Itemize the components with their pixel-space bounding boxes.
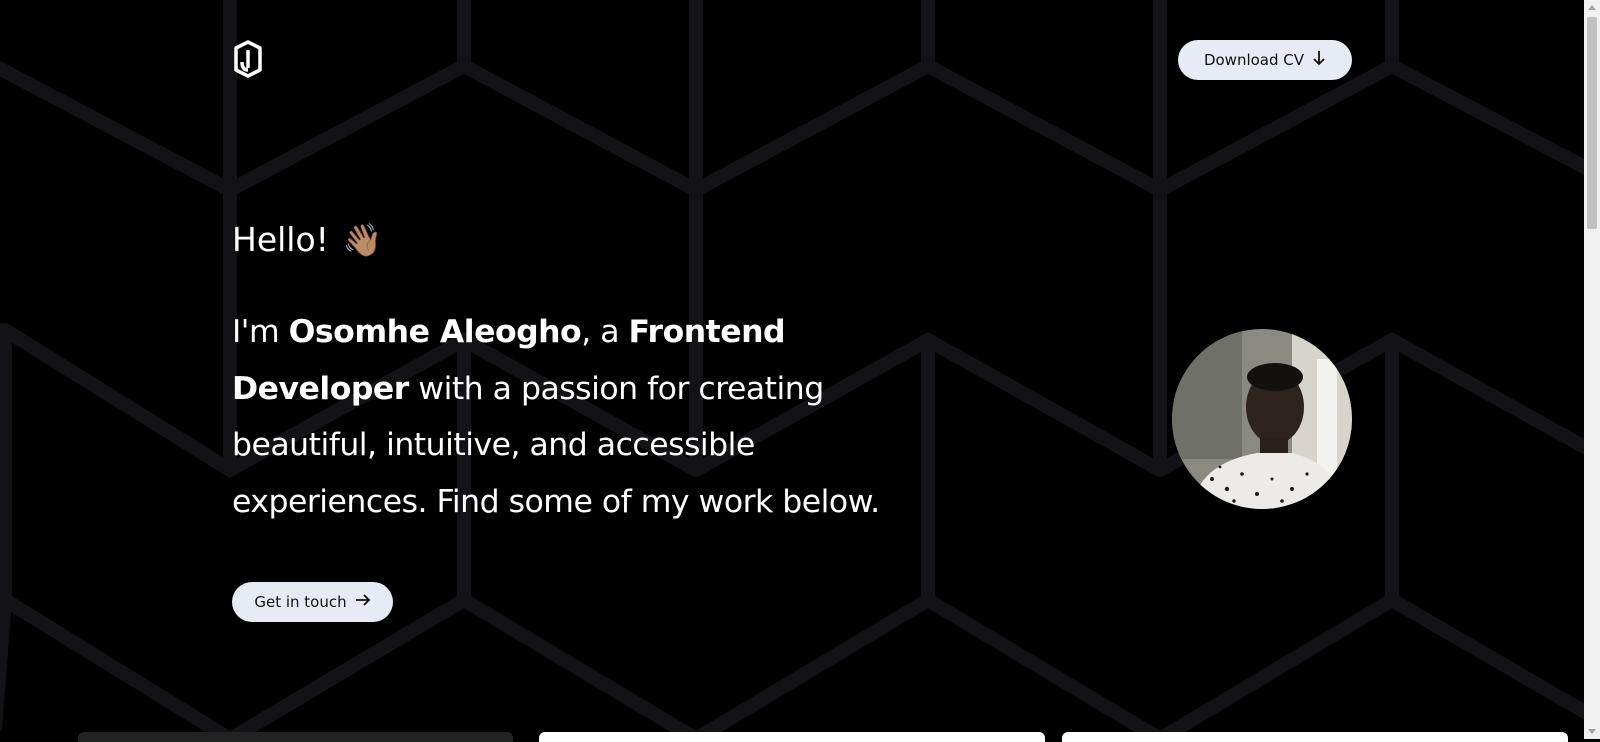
project-preview-card-1[interactable] [78,732,513,742]
arrow-right-icon [355,593,371,611]
scrollbar-thumb[interactable] [1587,17,1597,229]
profile-photo [1172,329,1352,509]
project-preview-card-3[interactable] [1062,732,1568,742]
waving-hand-icon: 👋🏽 [342,220,383,259]
arrow-down-icon [1312,50,1326,70]
greeting-text: Hello! [232,220,329,259]
scroll-up-arrow-icon[interactable] [1588,5,1596,10]
hero-intro-text: I'm Osomhe Aleogho, a Frontend Developer… [232,304,932,530]
scroll-down-arrow-icon[interactable] [1588,729,1596,734]
project-preview-card-2[interactable] [539,732,1045,742]
hero-greeting: Hello! 👋🏽 [232,220,383,259]
get-in-touch-button[interactable]: Get in touch [232,582,393,622]
name-highlight: Osomhe Aleogho [288,314,582,350]
download-cv-label: Download CV [1203,51,1305,69]
page-scrollbar[interactable] [1584,0,1600,739]
intro-mid: , a [581,314,629,350]
jr-monogram-logo-icon[interactable] [230,40,264,78]
get-in-touch-label: Get in touch [254,593,347,611]
download-cv-button[interactable]: Download CV [1178,40,1352,80]
intro-prefix: I'm [232,314,289,350]
